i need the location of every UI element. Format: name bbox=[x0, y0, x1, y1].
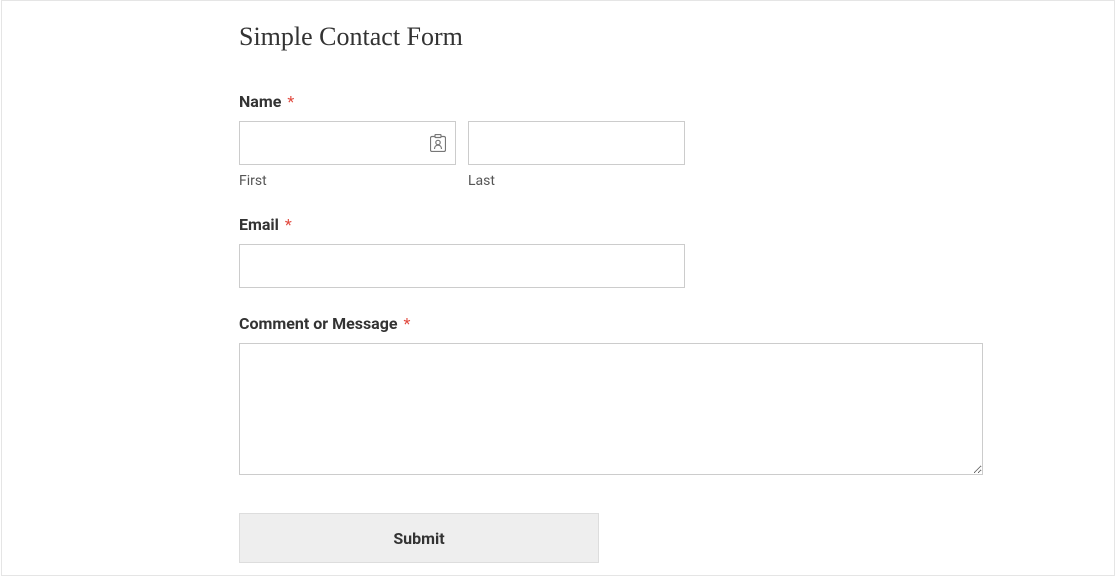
first-name-sublabel: First bbox=[239, 173, 456, 189]
name-row: First Last bbox=[239, 121, 1114, 189]
required-marker: * bbox=[404, 314, 411, 333]
first-name-wrapper bbox=[239, 121, 456, 165]
message-label: Comment or Message * bbox=[239, 314, 1114, 333]
email-label: Email * bbox=[239, 215, 1114, 234]
required-marker: * bbox=[287, 92, 294, 111]
last-name-column: Last bbox=[468, 121, 685, 189]
message-label-text: Comment or Message bbox=[239, 314, 398, 333]
last-name-input[interactable] bbox=[468, 121, 685, 165]
name-field-group: Name * bbox=[239, 92, 1114, 189]
form-content: Simple Contact Form Name * bbox=[2, 0, 1114, 563]
name-label-text: Name bbox=[239, 92, 281, 111]
form-frame: Simple Contact Form Name * bbox=[1, 0, 1115, 576]
email-label-text: Email bbox=[239, 215, 279, 234]
message-field-group: Comment or Message * bbox=[239, 314, 1114, 479]
last-name-sublabel: Last bbox=[468, 173, 685, 189]
first-name-input[interactable] bbox=[239, 121, 456, 165]
name-label: Name * bbox=[239, 92, 1114, 111]
email-input[interactable] bbox=[239, 244, 685, 288]
email-field-group: Email * bbox=[239, 215, 1114, 288]
submit-button[interactable]: Submit bbox=[239, 513, 599, 563]
message-textarea[interactable] bbox=[239, 343, 983, 475]
first-name-column: First bbox=[239, 121, 456, 189]
required-marker: * bbox=[285, 215, 292, 234]
form-title: Simple Contact Form bbox=[239, 22, 1114, 52]
